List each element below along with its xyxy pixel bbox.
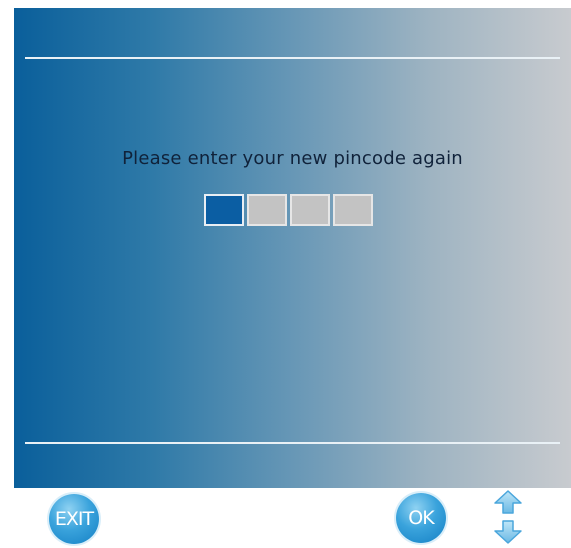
ok-button[interactable]: OK [396,493,446,543]
pin-digit-2[interactable] [247,194,287,226]
exit-button[interactable]: EXIT [49,494,99,544]
pin-digit-1[interactable] [204,194,244,226]
pin-digit-4[interactable] [333,194,373,226]
pincode-screen: Please enter your new pincode again [14,8,571,488]
pincode-input[interactable] [204,194,373,226]
arrow-up-icon[interactable] [492,489,524,515]
arrow-down-icon[interactable] [492,519,524,545]
pin-digit-3[interactable] [290,194,330,226]
pincode-prompt: Please enter your new pincode again [122,148,463,169]
bottom-divider [25,442,560,444]
navigation-arrows [492,489,524,545]
top-divider [25,57,560,59]
